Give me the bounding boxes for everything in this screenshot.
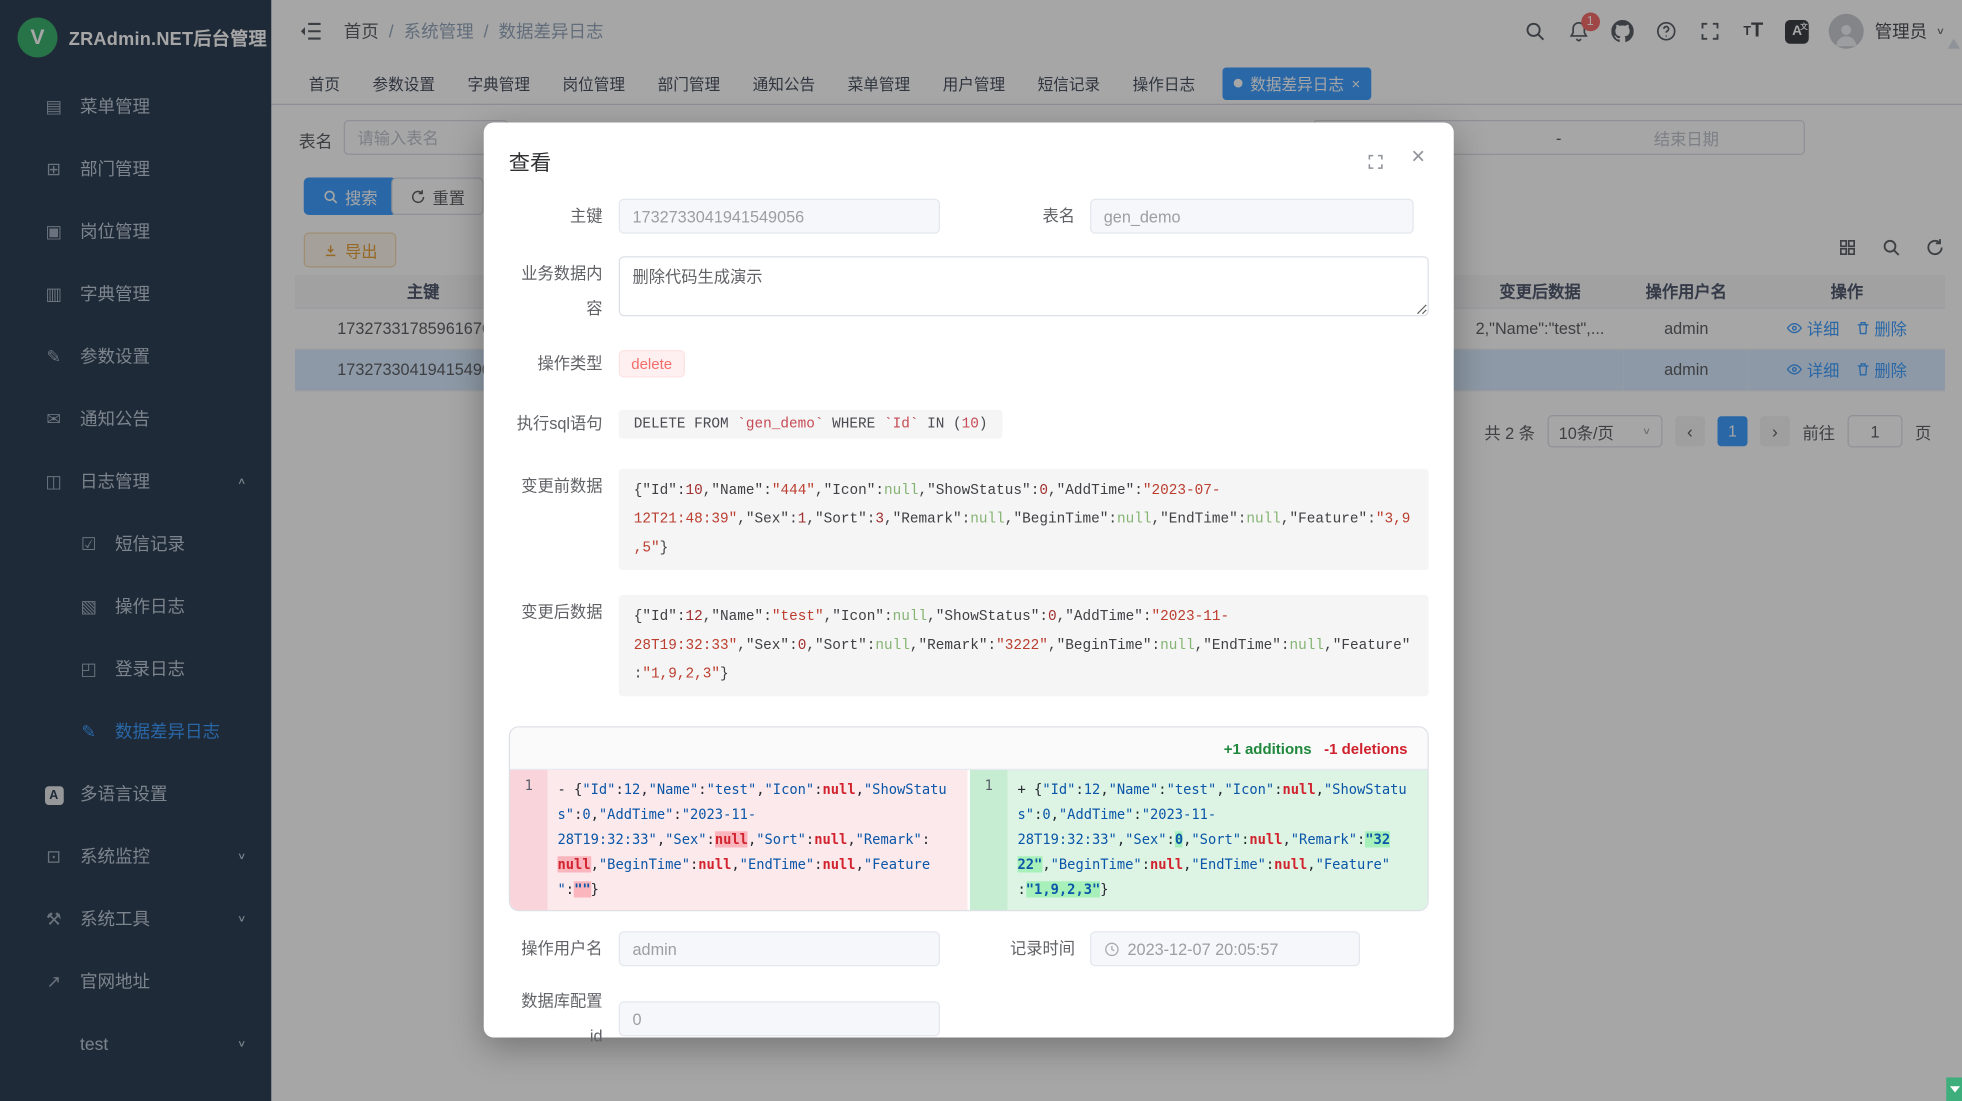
record-time-input: 2023-12-07 20:05:57 xyxy=(1090,931,1360,966)
db-config-input: 0 xyxy=(619,1001,940,1036)
operator-label: 操作用户名 xyxy=(509,931,619,966)
delete-tag: delete xyxy=(619,350,685,378)
db-config-label: 数据库配置id xyxy=(509,984,619,1054)
app-root: V ZRAdmin.NET后台管理 ▤ 菜单管理 ⊞ 部门管理 ▣ 岗位管理 ▥… xyxy=(0,0,1962,1101)
after-data-label: 变更后数据 xyxy=(509,595,619,630)
dialog-title: 查看 xyxy=(509,151,552,175)
form-row-content: 业务数据内容 删除代码生成演示 xyxy=(509,256,1429,326)
dialog-fullscreen-icon[interactable] xyxy=(1366,153,1385,172)
before-data-json: {"Id":10,"Name":"444","Icon":null,"ShowS… xyxy=(619,469,1429,570)
form-row-pk-table: 主键 1732733041941549056 表名 gen_demo xyxy=(509,199,1429,234)
diff-pane-old: 1 - {"Id":12,"Name":"test","Icon":null,"… xyxy=(510,770,968,910)
page-scrollbar[interactable] xyxy=(1946,0,1962,1101)
diff-line-number: 1 xyxy=(970,770,1008,910)
after-data-json: {"Id":12,"Name":"test","Icon":null,"Show… xyxy=(619,595,1429,696)
pk-label: 主键 xyxy=(509,199,619,234)
view-dialog: 查看 × 主键 1732733041941549056 表名 gen_demo … xyxy=(484,123,1454,1038)
op-type-label: 操作类型 xyxy=(509,346,619,381)
form-row-sql: 执行sql语句 DELETE FROM `gen_demo` WHERE `Id… xyxy=(509,406,1429,441)
deletions-count: -1 deletions xyxy=(1324,739,1407,757)
operator-input: admin xyxy=(619,931,940,966)
sql-statement: DELETE FROM `gen_demo` WHERE `Id` IN (10… xyxy=(619,409,1003,438)
form-row-dbconfig: 数据库配置id 0 xyxy=(509,984,1429,1054)
diff-header: +1 additions -1 deletions xyxy=(510,728,1428,771)
table-name-input: gen_demo xyxy=(1090,199,1414,234)
business-content-label: 业务数据内容 xyxy=(509,256,619,326)
scroll-up-icon[interactable] xyxy=(1948,39,1961,49)
form-row-optype: 操作类型 delete xyxy=(509,346,1429,381)
form-row-after: 变更后数据 {"Id":12,"Name":"test","Icon":null… xyxy=(509,595,1429,696)
before-data-label: 变更前数据 xyxy=(509,469,619,504)
dialog-close-icon[interactable]: × xyxy=(1411,144,1425,172)
diff-pane-new: 1 + {"Id":12,"Name":"test","Icon":null,"… xyxy=(970,770,1428,910)
diff-line-number: 1 xyxy=(510,770,548,910)
additions-count: +1 additions xyxy=(1224,739,1312,757)
diff-viewer: +1 additions -1 deletions 1 - {"Id":12,"… xyxy=(509,726,1429,911)
diff-new-code: + {"Id":12,"Name":"test","Icon":null,"Sh… xyxy=(1008,770,1428,910)
record-time-label: 记录时间 xyxy=(956,931,1090,966)
diff-old-code: - {"Id":12,"Name":"test","Icon":null,"Sh… xyxy=(548,770,968,910)
dialog-header: 查看 × xyxy=(484,123,1454,177)
pk-input: 1732733041941549056 xyxy=(619,199,940,234)
clock-icon xyxy=(1104,941,1120,957)
form-row-operator-time: 操作用户名 admin 记录时间 2023-12-07 20:05:57 xyxy=(509,931,1429,966)
table-name-label: 表名 xyxy=(956,199,1090,234)
form-row-before: 变更前数据 {"Id":10,"Name":"444","Icon":null,… xyxy=(509,469,1429,570)
business-content-textarea[interactable]: 删除代码生成演示 xyxy=(619,256,1429,316)
scroll-down-icon[interactable] xyxy=(1946,1078,1962,1101)
dialog-body: 主键 1732733041941549056 表名 gen_demo 业务数据内… xyxy=(484,199,1454,1054)
diff-body: 1 - {"Id":12,"Name":"test","Icon":null,"… xyxy=(510,770,1428,910)
sql-label: 执行sql语句 xyxy=(509,406,619,441)
